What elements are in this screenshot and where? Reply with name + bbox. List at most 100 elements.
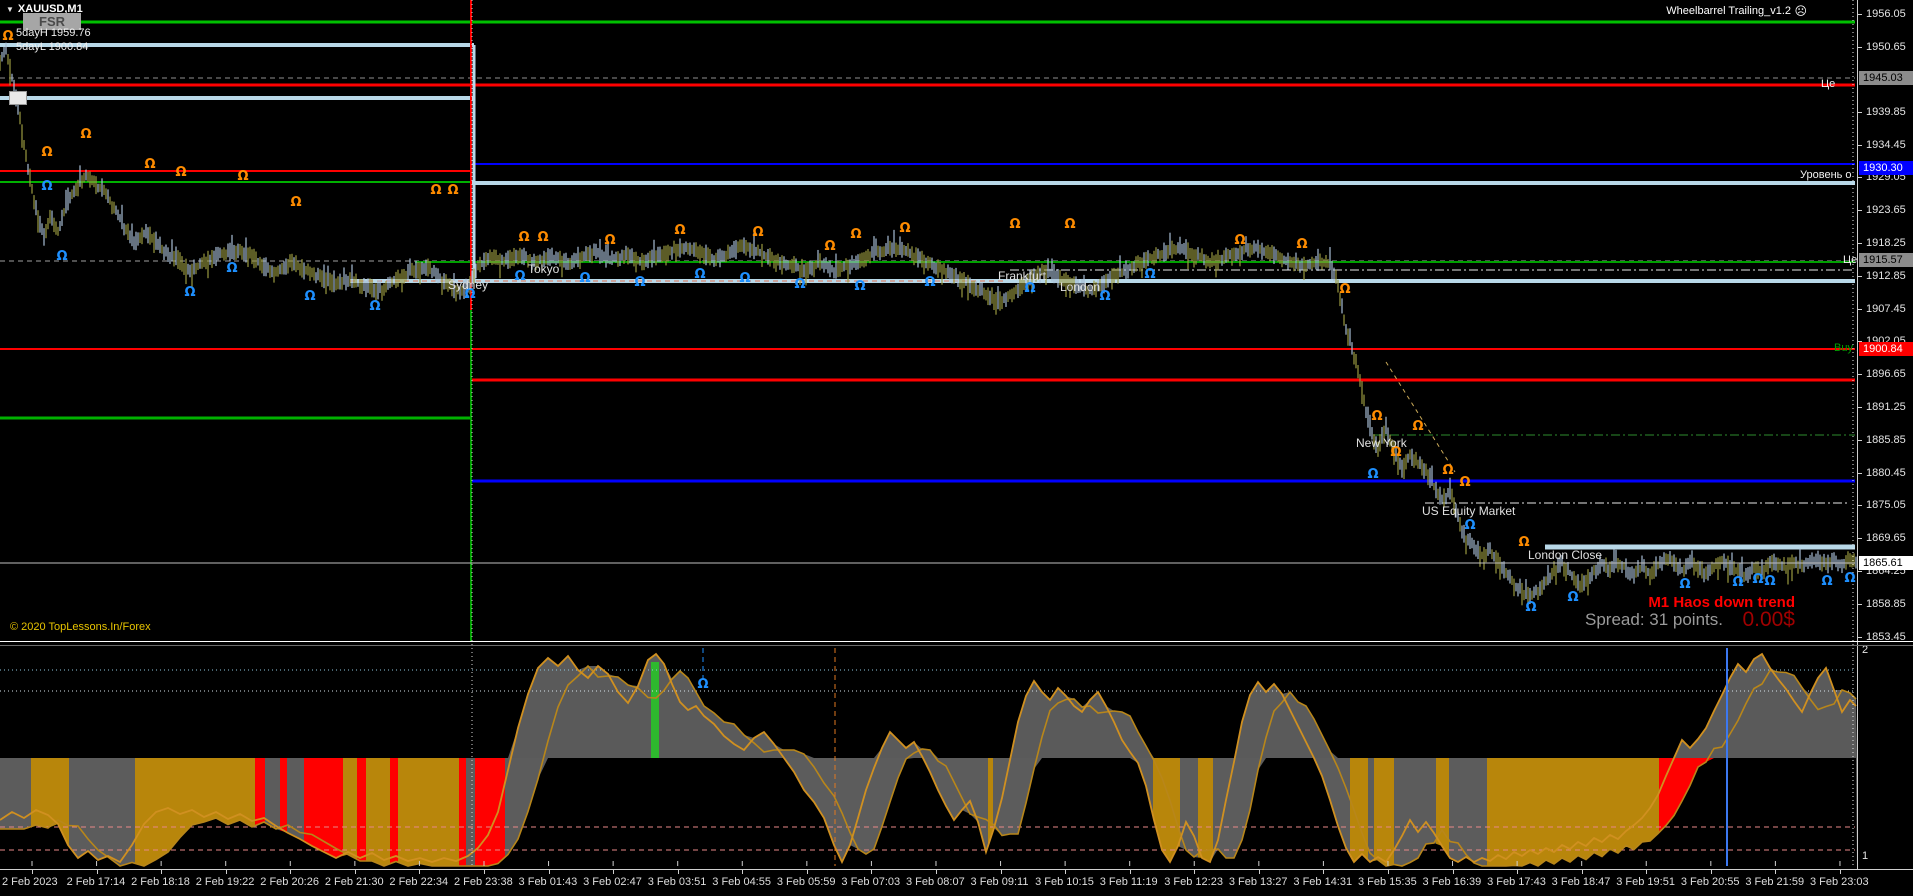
sell-signal-marker-icon: Ω <box>226 261 237 276</box>
buy-signal-marker-icon: Ω <box>1234 233 1245 248</box>
time-tick-mark <box>935 870 937 874</box>
panel-separator-line[interactable] <box>0 641 1913 642</box>
buy-signal-marker-icon: Ω <box>1009 217 1020 232</box>
time-tick-mark <box>1452 870 1454 874</box>
sell-signal-marker-icon: Ω <box>1099 289 1110 304</box>
sell-signal-marker-icon: Ω <box>41 179 52 194</box>
buy-signal-marker-icon: Ω <box>2 29 13 44</box>
main-chart-area[interactable]: Ω Ω Ω Ω Ω Ω Ω Ω Ω Ω Ω Ω Ω Ω Ω Ω Ω Ω Ω Ω Ω Ω Ω Ω Ω Ω Ω Ω Ω Ω Ω Ω Ω Ω Ω Ω Ω Ω Ω Ω… <box>0 0 1857 869</box>
price-level-badge: 1865.61 <box>1859 556 1913 570</box>
time-tick-mark <box>1323 870 1325 874</box>
price-tick-label: 1923.65 <box>1866 204 1906 216</box>
time-tick-mark <box>32 870 33 874</box>
sell-signal-marker-icon: Ω <box>1752 572 1763 587</box>
time-tick-mark <box>96 870 98 874</box>
buy-signal-marker-icon: Ω <box>1518 535 1529 550</box>
time-tick-mark <box>354 870 356 874</box>
buy-signal-marker-icon: Ω <box>1064 217 1075 232</box>
sell-signal-marker-icon: Ω <box>514 269 525 284</box>
buy-signal-marker-icon: Ω <box>1412 419 1423 434</box>
time-tick-mark <box>1194 870 1196 874</box>
price-tick-mark <box>1858 440 1862 441</box>
time-tick-mark <box>483 870 485 874</box>
price-tick-mark <box>1858 276 1862 277</box>
buy-signal-marker-icon: Ω <box>850 227 861 242</box>
buy-signal-marker-icon: Ω <box>80 127 91 142</box>
buy-signal-marker-icon: Ω <box>899 221 910 236</box>
price-level-badge: 1930.30 <box>1859 161 1913 175</box>
price-tick-mark <box>1858 473 1862 474</box>
time-tick-mark <box>1775 870 1777 874</box>
time-tick-mark <box>1839 870 1841 874</box>
time-tick-label: 3 Feb 01:43 <box>518 876 578 888</box>
time-tick-label: 3 Feb 18:47 <box>1551 876 1611 888</box>
price-chart-canvas: Ω Ω Ω Ω Ω Ω Ω Ω Ω Ω Ω Ω Ω Ω Ω Ω Ω Ω Ω Ω Ω Ω Ω Ω Ω Ω Ω Ω Ω Ω Ω Ω Ω Ω Ω Ω Ω Ω Ω Ω… <box>0 0 1857 868</box>
time-tick-label: 3 Feb 10:15 <box>1035 876 1094 888</box>
buy-signal-marker-icon: Ω <box>1459 475 1470 490</box>
time-tick-mark <box>1581 870 1583 874</box>
price-tick-mark <box>1858 112 1862 113</box>
time-tick-label: 3 Feb 21:59 <box>1745 876 1805 888</box>
buy-signal-marker-icon: Ω <box>1371 409 1382 424</box>
price-tick-mark <box>1858 309 1862 310</box>
price-tick-label: 1858.85 <box>1866 598 1906 610</box>
sell-signal-marker-icon: Ω <box>1844 571 1855 586</box>
sell-signal-marker-icon: Ω <box>304 289 315 304</box>
price-tick-label: 1956.05 <box>1866 8 1906 20</box>
price-level-badge: 1945.03 <box>1859 71 1913 85</box>
time-tick-mark <box>1129 870 1131 874</box>
sell-signal-marker-icon: Ω <box>1732 575 1743 590</box>
price-tick-label: 1869.65 <box>1866 532 1906 544</box>
time-tick-label: 3 Feb 08:07 <box>905 876 965 888</box>
buy-signal-marker-icon: Ω <box>290 195 301 210</box>
chart-object-anchor[interactable] <box>9 91 27 105</box>
buy-signal-marker-icon: Ω <box>447 183 458 198</box>
fsr-button[interactable]: FSR <box>23 13 81 30</box>
price-tick-label: 1885.85 <box>1866 434 1906 446</box>
sell-signal-marker-icon: Ω <box>56 249 67 264</box>
sell-signal-marker-icon: Ω <box>1567 590 1578 605</box>
price-level-badge: 1915.57 <box>1859 253 1913 267</box>
price-axis[interactable]: 1956.05 1950.65 1939.85 1934.45 1929.05 1923.… <box>1857 0 1913 869</box>
time-tick-label: 3 Feb 07:03 <box>841 876 901 888</box>
price-tick-mark <box>1858 210 1862 211</box>
time-tick-mark <box>613 870 615 874</box>
time-tick-label: 3 Feb 15:35 <box>1357 876 1417 888</box>
time-axis[interactable]: 2 Feb 2023 2 Feb 17:14 2 Feb 18:18 2 Feb 19… <box>0 869 1913 896</box>
time-tick-mark <box>1258 870 1260 874</box>
trading-terminal-window: Ω Ω Ω Ω Ω Ω Ω Ω Ω Ω Ω Ω Ω Ω Ω Ω Ω Ω Ω Ω Ω Ω Ω Ω Ω Ω Ω Ω Ω Ω Ω Ω Ω Ω Ω Ω Ω Ω Ω Ω… <box>0 0 1913 896</box>
time-tick-label: 3 Feb 12:23 <box>1164 876 1223 888</box>
buy-signal-marker-icon: Ω <box>1442 463 1453 478</box>
sell-signal-marker-icon: Ω <box>1024 281 1035 296</box>
time-tick-label: 2 Feb 17:14 <box>66 876 126 888</box>
time-tick-mark <box>419 870 421 874</box>
sell-signal-marker-icon: Ω <box>1464 518 1475 533</box>
time-tick-label: 2 Feb 22:34 <box>389 876 449 888</box>
sell-signal-marker-icon: Ω <box>1525 600 1536 615</box>
sell-signal-marker-icon: Ω <box>579 271 590 286</box>
buy-signal-marker-icon: Ω <box>41 145 52 160</box>
sell-signal-marker-icon: Ω <box>739 271 750 286</box>
oscillator-green-bar <box>651 662 659 758</box>
sell-signal-marker-icon: Ω <box>1764 574 1775 589</box>
oscillator-scale-label: 1 <box>1862 850 1869 862</box>
time-tick-mark <box>742 870 744 874</box>
sell-signal-marker-icon: Ω <box>924 275 935 290</box>
time-tick-mark <box>290 870 292 874</box>
sell-signal-marker-icon: Ω <box>184 285 195 300</box>
buy-signal-marker-icon: Ω <box>518 230 529 245</box>
time-tick-label: 3 Feb 17:43 <box>1487 876 1546 888</box>
time-tick-mark <box>548 870 550 874</box>
price-tick-mark <box>1858 571 1862 572</box>
price-tick-mark <box>1858 604 1862 605</box>
time-tick-label: 3 Feb 03:51 <box>647 876 707 888</box>
time-tick-label: 2 Feb 18:18 <box>131 876 190 888</box>
price-tick-label: 1912.85 <box>1866 270 1906 282</box>
price-tick-mark <box>1858 243 1862 244</box>
sell-signal-marker-icon: Ω <box>1679 577 1690 592</box>
sell-signal-marker-icon: Ω <box>854 279 865 294</box>
buy-signal-marker-icon: Ω <box>674 223 685 238</box>
time-tick-label: 3 Feb 02:47 <box>583 876 642 888</box>
sell-signal-marker-icon: Ω <box>694 267 705 282</box>
price-tick-mark <box>1858 505 1862 506</box>
